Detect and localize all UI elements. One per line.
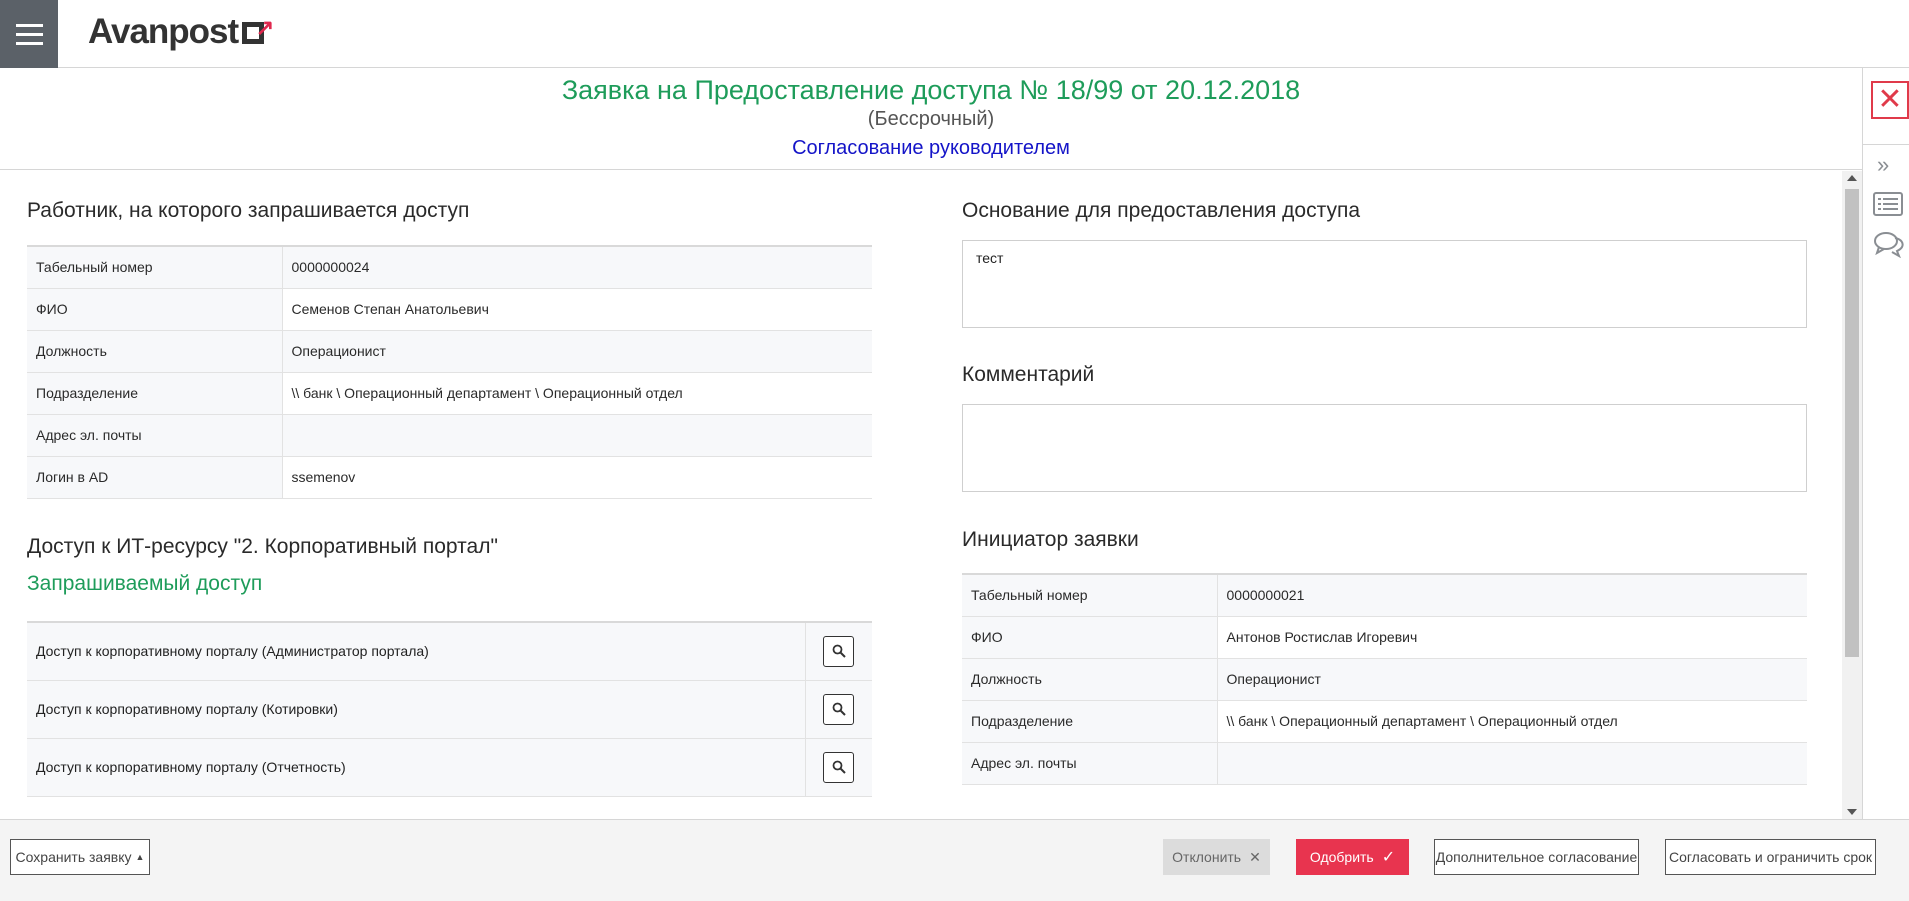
initiator-table: Табельный номер 0000000021 ФИО Антонов Рост… (962, 573, 1807, 785)
table-row: Табельный номер 0000000021 (962, 573, 1807, 617)
requested-access-title: Запрашиваемый доступ (27, 572, 263, 595)
row-value: Операционист (282, 330, 872, 373)
row-label: Адрес эл. почты (27, 414, 283, 457)
basis-section-title: Основание для предоставления доступа (962, 199, 1361, 222)
save-request-button[interactable]: Сохранить заявку ▲ (10, 839, 150, 875)
approve-limit-button[interactable]: Согласовать и ограничить срок (1665, 839, 1876, 875)
logo: Avanpost ↗ (88, 12, 274, 51)
row-label: Должность (962, 658, 1218, 701)
row-value: 0000000021 (1217, 573, 1807, 617)
request-form: Работник, на которого запрашивается дост… (0, 171, 1842, 819)
row-label: Подразделение (27, 372, 283, 415)
top-bar: Avanpost ↗ (0, 0, 1909, 68)
basis-field[interactable]: тест (962, 240, 1807, 328)
access-item-label: Доступ к корпоративному порталу (Котиров… (27, 680, 805, 739)
page-title: Заявка на Предоставление доступа № 18/99… (561, 75, 1301, 105)
row-value: \\ банк \ Операционный департамент \ Опе… (282, 372, 872, 415)
table-row: Должность Операционист (27, 330, 872, 373)
employee-table: Табельный номер 0000000024 ФИО Семенов Степ… (27, 245, 872, 499)
row-value: ssemenov (282, 456, 872, 499)
extra-approval-button[interactable]: Дополнительное согласование (1434, 839, 1639, 875)
table-row: Адрес эл. почты (27, 414, 872, 457)
right-panel: ✕ » (1862, 68, 1909, 819)
reject-button[interactable]: Отклонить ✕ (1163, 839, 1270, 875)
menu-icon[interactable] (0, 0, 58, 68)
access-item: Доступ к корпоративному порталу (Админис… (27, 621, 872, 681)
action-footer: Сохранить заявку ▲ Отклонить ✕ Одобрить ✓ Д… (0, 819, 1909, 901)
row-label: Табельный номер (962, 573, 1218, 617)
scrollbar-thumb[interactable] (1845, 189, 1859, 657)
employee-section-title: Работник, на которого запрашивается дост… (27, 199, 470, 222)
row-value: Семенов Степан Анатольевич (282, 288, 872, 331)
table-row: ФИО Семенов Степан Анатольевич (27, 288, 872, 331)
row-value: Антонов Ростислав Игоревич (1217, 616, 1807, 659)
row-label: Должность (27, 330, 283, 373)
table-row: Подразделение \\ банк \ Операционный депа… (27, 372, 872, 415)
table-row: Логин в AD ssemenov (27, 456, 872, 499)
row-label: ФИО (27, 288, 283, 331)
caret-up-icon: ▲ (135, 852, 145, 862)
row-value: 0000000024 (282, 245, 872, 289)
table-row: Должность Операционист (962, 658, 1807, 701)
search-icon[interactable] (823, 751, 855, 783)
comment-section-title: Комментарий (962, 363, 1095, 386)
table-row: Адрес эл. почты (962, 742, 1807, 785)
search-icon[interactable] (823, 635, 855, 667)
request-stage: Согласование руководителем (792, 137, 1070, 159)
close-icon: ✕ (1249, 848, 1261, 865)
comments-icon[interactable] (1873, 230, 1905, 264)
row-value: \\ банк \ Операционный департамент \ Опе… (1217, 700, 1807, 743)
row-label: ФИО (962, 616, 1218, 659)
row-value: Операционист (1217, 658, 1807, 701)
row-label: Табельный номер (27, 245, 283, 289)
request-header: Заявка на Предоставление доступа № 18/99… (0, 68, 1862, 170)
table-row: ФИО Антонов Ростислав Игоревич (962, 616, 1807, 659)
search-icon[interactable] (823, 693, 855, 725)
content-scrollbar[interactable] (1842, 171, 1862, 819)
expand-panel-icon[interactable]: » (1877, 152, 1889, 178)
close-icon[interactable]: ✕ (1871, 81, 1909, 119)
approve-button[interactable]: Одобрить ✓ (1296, 839, 1409, 875)
row-value (282, 414, 872, 457)
access-table: Доступ к корпоративному порталу (Админис… (27, 621, 872, 797)
table-row: Табельный номер 0000000024 (27, 245, 872, 289)
access-item-label: Доступ к корпоративному порталу (Отчетно… (27, 738, 805, 797)
row-label: Подразделение (962, 700, 1218, 743)
resource-section-title: Доступ к ИТ-ресурсу "2. Корпоративный по… (27, 535, 498, 558)
row-value (1217, 742, 1807, 785)
row-label: Адрес эл. почты (962, 742, 1218, 785)
access-item: Доступ к корпоративному порталу (Отчетно… (27, 738, 872, 797)
logo-mark-icon: ↗ (242, 15, 274, 46)
access-item-label: Доступ к корпоративному порталу (Админис… (27, 621, 805, 681)
table-row: Подразделение \\ банк \ Операционный депа… (962, 700, 1807, 743)
row-label: Логин в AD (27, 456, 283, 499)
comment-field[interactable] (962, 404, 1807, 492)
check-icon: ✓ (1381, 849, 1396, 866)
list-icon[interactable] (1873, 192, 1903, 222)
request-term: (Бессрочный) (867, 108, 995, 130)
access-item: Доступ к корпоративному порталу (Котиров… (27, 680, 872, 739)
initiator-section-title: Инициатор заявки (962, 528, 1139, 551)
